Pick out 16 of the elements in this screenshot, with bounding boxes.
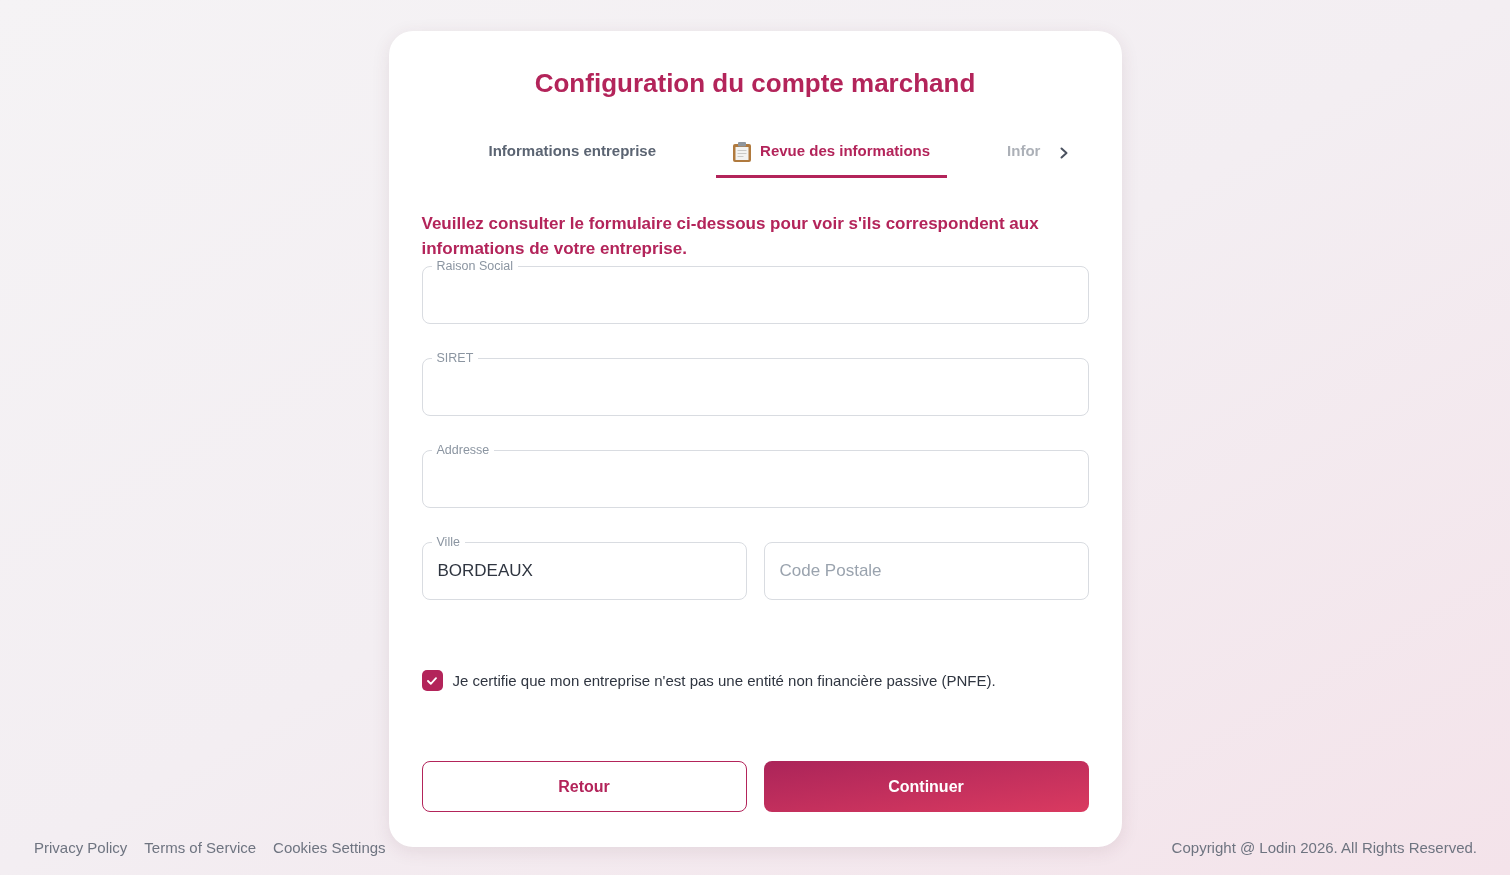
checkmark-icon [427, 676, 437, 685]
continue-button[interactable]: Continuer [763, 761, 1089, 812]
tab[interactable]: Informations entreprise [471, 128, 674, 178]
instruction-text: Veuillez consulter le formulaire ci-dessous pour voir s'ils correspondent aux informations de votre entreprise. [421, 213, 1040, 260]
page-title: Configuration du compte marchand [533, 67, 977, 100]
back-button[interactable]: Retour [421, 761, 747, 812]
footer-link[interactable]: Privacy Policy [34, 838, 128, 858]
footer-link[interactable]: Terms of Service [144, 838, 257, 858]
checkbox-label: Je certifie que mon entreprise n'est pas une entité non financière passive (PNFE). [452, 671, 996, 691]
input-field[interactable]: Code Postale [763, 542, 1089, 600]
copyright-text: Copyright @ Lodin 2026. All Rights Reserved. [1171, 838, 1477, 858]
chevron-right-icon[interactable] [1059, 147, 1068, 159]
clipboard-icon [733, 141, 752, 162]
checkbox[interactable] [421, 670, 443, 691]
tab[interactable]: Revue des informations [716, 128, 948, 178]
footer-link[interactable]: Cookies Settings [273, 838, 386, 858]
